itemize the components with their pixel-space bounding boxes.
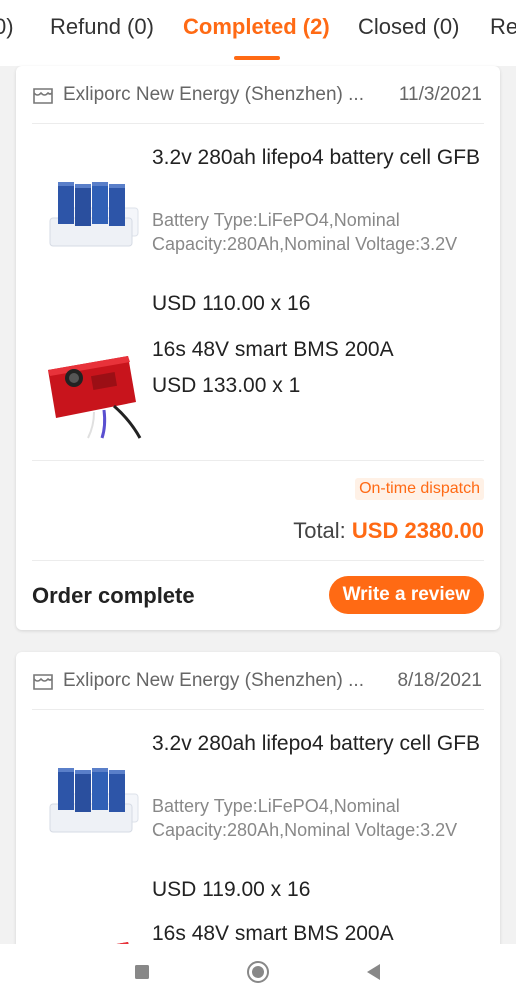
divider: [32, 460, 484, 461]
order-date: 11/3/2021: [398, 84, 482, 105]
item-title: 3.2v 280ah lifepo4 battery cell GFB: [152, 732, 481, 755]
store-name[interactable]: Exliporc New Energy (Shenzhen) ...: [63, 84, 364, 106]
store-icon: [33, 88, 53, 104]
tab-partial-left[interactable]: 0): [0, 14, 14, 40]
tab-refund[interactable]: Refund (0): [50, 14, 154, 40]
active-tab-indicator: [234, 56, 280, 60]
store-name[interactable]: Exliporc New Energy (Shenzhen) ...: [63, 670, 364, 692]
item-description: Battery Type:LiFePO4,Nominal Capacity:28…: [152, 796, 458, 840]
order-item[interactable]: 16s 48V smart BMS 200A USD 133.00 x 1: [32, 330, 484, 450]
battery-cell-image: [49, 182, 139, 247]
item-title: 16s 48V smart BMS 200A: [152, 338, 394, 361]
order-card-header: Exliporc New Energy (Shenzhen) ... 11/3/…: [32, 66, 484, 124]
order-card: Exliporc New Energy (Shenzhen) ... 11/3/…: [16, 66, 500, 630]
item-description: Battery Type:LiFePO4,Nominal Capacity:28…: [152, 210, 458, 254]
divider: [32, 560, 484, 561]
item-price: USD 119.00 x 16: [152, 878, 311, 901]
order-date: 8/18/2021: [397, 670, 482, 691]
recents-square-icon[interactable]: [130, 960, 154, 984]
item-title: 3.2v 280ah lifepo4 battery cell GFB: [152, 146, 481, 169]
order-status: Order complete: [32, 583, 195, 608]
battery-cell-image: [49, 768, 139, 833]
tab-completed[interactable]: Completed (2): [183, 14, 330, 40]
store-icon: [33, 674, 53, 690]
item-title: 16s 48V smart BMS 200A: [152, 922, 394, 945]
order-card: Exliporc New Energy (Shenzhen) ... 8/18/…: [16, 652, 500, 972]
tab-closed[interactable]: Closed (0): [358, 14, 459, 40]
total-label: Total:: [293, 518, 352, 543]
back-triangle-icon[interactable]: [362, 960, 386, 984]
system-navigation-bar: [0, 944, 516, 1000]
order-item[interactable]: 3.2v 280ah lifepo4 battery cell GFB Batt…: [32, 724, 484, 904]
on-time-dispatch-badge: On-time dispatch: [355, 478, 484, 500]
order-status-tabs: 0) Refund (0) Completed (2) Closed (0) R…: [0, 0, 516, 66]
home-circle-icon[interactable]: [246, 960, 270, 984]
write-review-button[interactable]: Write a review: [328, 576, 484, 614]
item-price: USD 110.00 x 16: [152, 292, 311, 315]
order-card-header: Exliporc New Energy (Shenzhen) ... 8/18/…: [32, 652, 484, 710]
tab-partial-right[interactable]: Re: [490, 14, 516, 40]
total-value: USD 2380.00: [351, 518, 484, 543]
order-total: Total: USD 2380.00: [293, 518, 484, 544]
item-price: USD 133.00 x 1: [152, 374, 301, 397]
order-item[interactable]: 3.2v 280ah lifepo4 battery cell GFB Batt…: [32, 138, 484, 318]
bms-board-image: [48, 356, 142, 439]
